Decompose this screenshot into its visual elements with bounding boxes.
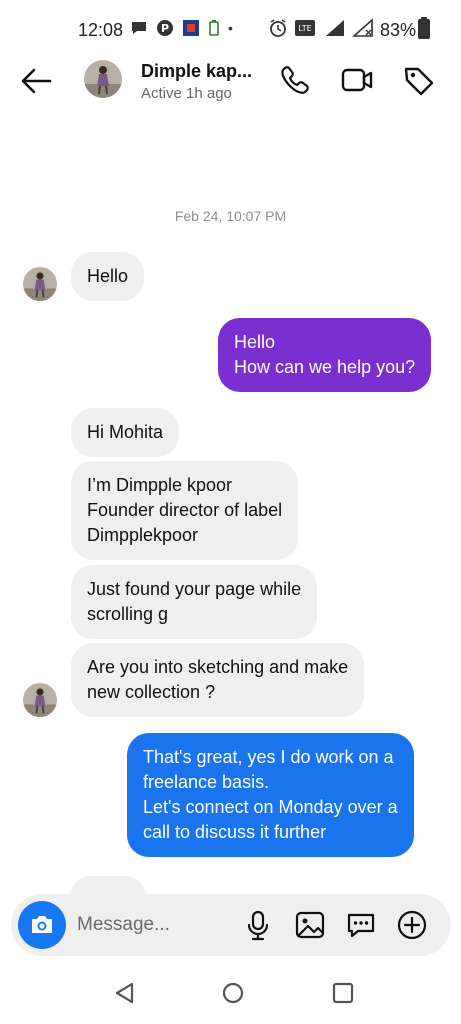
message-bubble-incoming[interactable]: Are you into sketching and make new coll… bbox=[71, 643, 365, 717]
alarm-icon bbox=[270, 19, 286, 37]
nav-back-icon[interactable] bbox=[110, 978, 140, 1008]
arrow-left-icon[interactable] bbox=[18, 66, 54, 96]
message-text: How can we help you? bbox=[234, 357, 416, 377]
dot-indicator: • bbox=[228, 20, 233, 36]
message-bubble-incoming[interactable]: I’m Dimpple kpoor Founder director of la… bbox=[71, 461, 299, 560]
nav-home-icon[interactable] bbox=[218, 978, 248, 1008]
svg-text:LTE: LTE bbox=[298, 24, 311, 33]
message-text: Hello bbox=[234, 332, 276, 352]
message-text: freelance basis. bbox=[143, 772, 270, 792]
battery-icon bbox=[418, 17, 430, 39]
signal-weak-icon bbox=[352, 18, 373, 37]
message-text: Hi Mohita bbox=[87, 422, 164, 442]
camera-button[interactable] bbox=[18, 901, 66, 949]
message-text: new collection ? bbox=[87, 682, 216, 702]
microphone-icon[interactable] bbox=[241, 908, 275, 942]
camera-icon bbox=[32, 916, 52, 933]
conversation-timestamp: Feb 24, 10:07 PM bbox=[174, 208, 287, 224]
message-text: I’m Dimpple kpoor bbox=[87, 475, 233, 495]
pinterest-icon: P bbox=[157, 20, 173, 36]
sender-avatar[interactable] bbox=[23, 267, 57, 301]
status-time: 12:08 bbox=[78, 20, 124, 40]
phone-icon[interactable] bbox=[276, 64, 310, 96]
nav-recents-icon[interactable] bbox=[328, 978, 358, 1008]
message-text: Founder director of label bbox=[87, 500, 283, 520]
battery-percent: 83% bbox=[380, 20, 417, 40]
sender-avatar[interactable] bbox=[23, 683, 57, 717]
chat-notification-icon bbox=[132, 22, 146, 34]
notification-icons: P • bbox=[130, 19, 233, 37]
message-text: That's great, yes I do work on a bbox=[143, 747, 394, 767]
signal-4g-icon bbox=[326, 20, 344, 36]
system-navigation-bar bbox=[0, 960, 461, 1024]
app-notification-icon bbox=[183, 20, 199, 36]
message-text: call to discuss it further bbox=[143, 822, 327, 842]
volte-icon: LTE bbox=[295, 20, 315, 36]
message-text: Dimpplekpoor bbox=[87, 525, 199, 545]
message-bubble-outgoing[interactable]: That's great, yes I do work on a freelan… bbox=[127, 733, 414, 857]
message-text: scrolling g bbox=[87, 604, 169, 624]
message-text: Are you into sketching and make bbox=[87, 657, 349, 677]
status-bar: 12:08 P • LTE 83% bbox=[0, 0, 461, 58]
message-bubble-incoming[interactable]: Hello bbox=[71, 252, 145, 301]
message-bubble-incoming[interactable]: Hi Mohita bbox=[71, 408, 180, 457]
message-input[interactable] bbox=[77, 913, 237, 937]
message-composer bbox=[11, 894, 451, 956]
plus-circle-icon[interactable] bbox=[395, 908, 429, 942]
contact-status: Active 1h ago bbox=[141, 85, 232, 102]
message-bubble-incoming[interactable]: Just found your page while scrolling g bbox=[71, 565, 318, 639]
tag-icon[interactable] bbox=[402, 64, 436, 96]
chat-header: Dimple kap... Active 1h ago bbox=[0, 58, 461, 110]
video-camera-icon[interactable] bbox=[340, 64, 374, 96]
message-text: Just found your page while bbox=[87, 579, 302, 599]
message-text: Hello bbox=[87, 266, 129, 286]
message-text: Let's connect on Monday over a bbox=[143, 797, 398, 817]
chat-bubble-icon[interactable] bbox=[344, 908, 378, 942]
avatar[interactable] bbox=[84, 60, 122, 98]
message-bubble-outgoing[interactable]: Hello How can we help you? bbox=[218, 318, 432, 392]
contact-name[interactable]: Dimple kap... bbox=[141, 61, 252, 82]
svg-text:P: P bbox=[161, 22, 169, 35]
system-icons: LTE bbox=[268, 18, 374, 38]
battery-saver-icon bbox=[209, 20, 219, 36]
image-icon[interactable] bbox=[293, 908, 327, 942]
